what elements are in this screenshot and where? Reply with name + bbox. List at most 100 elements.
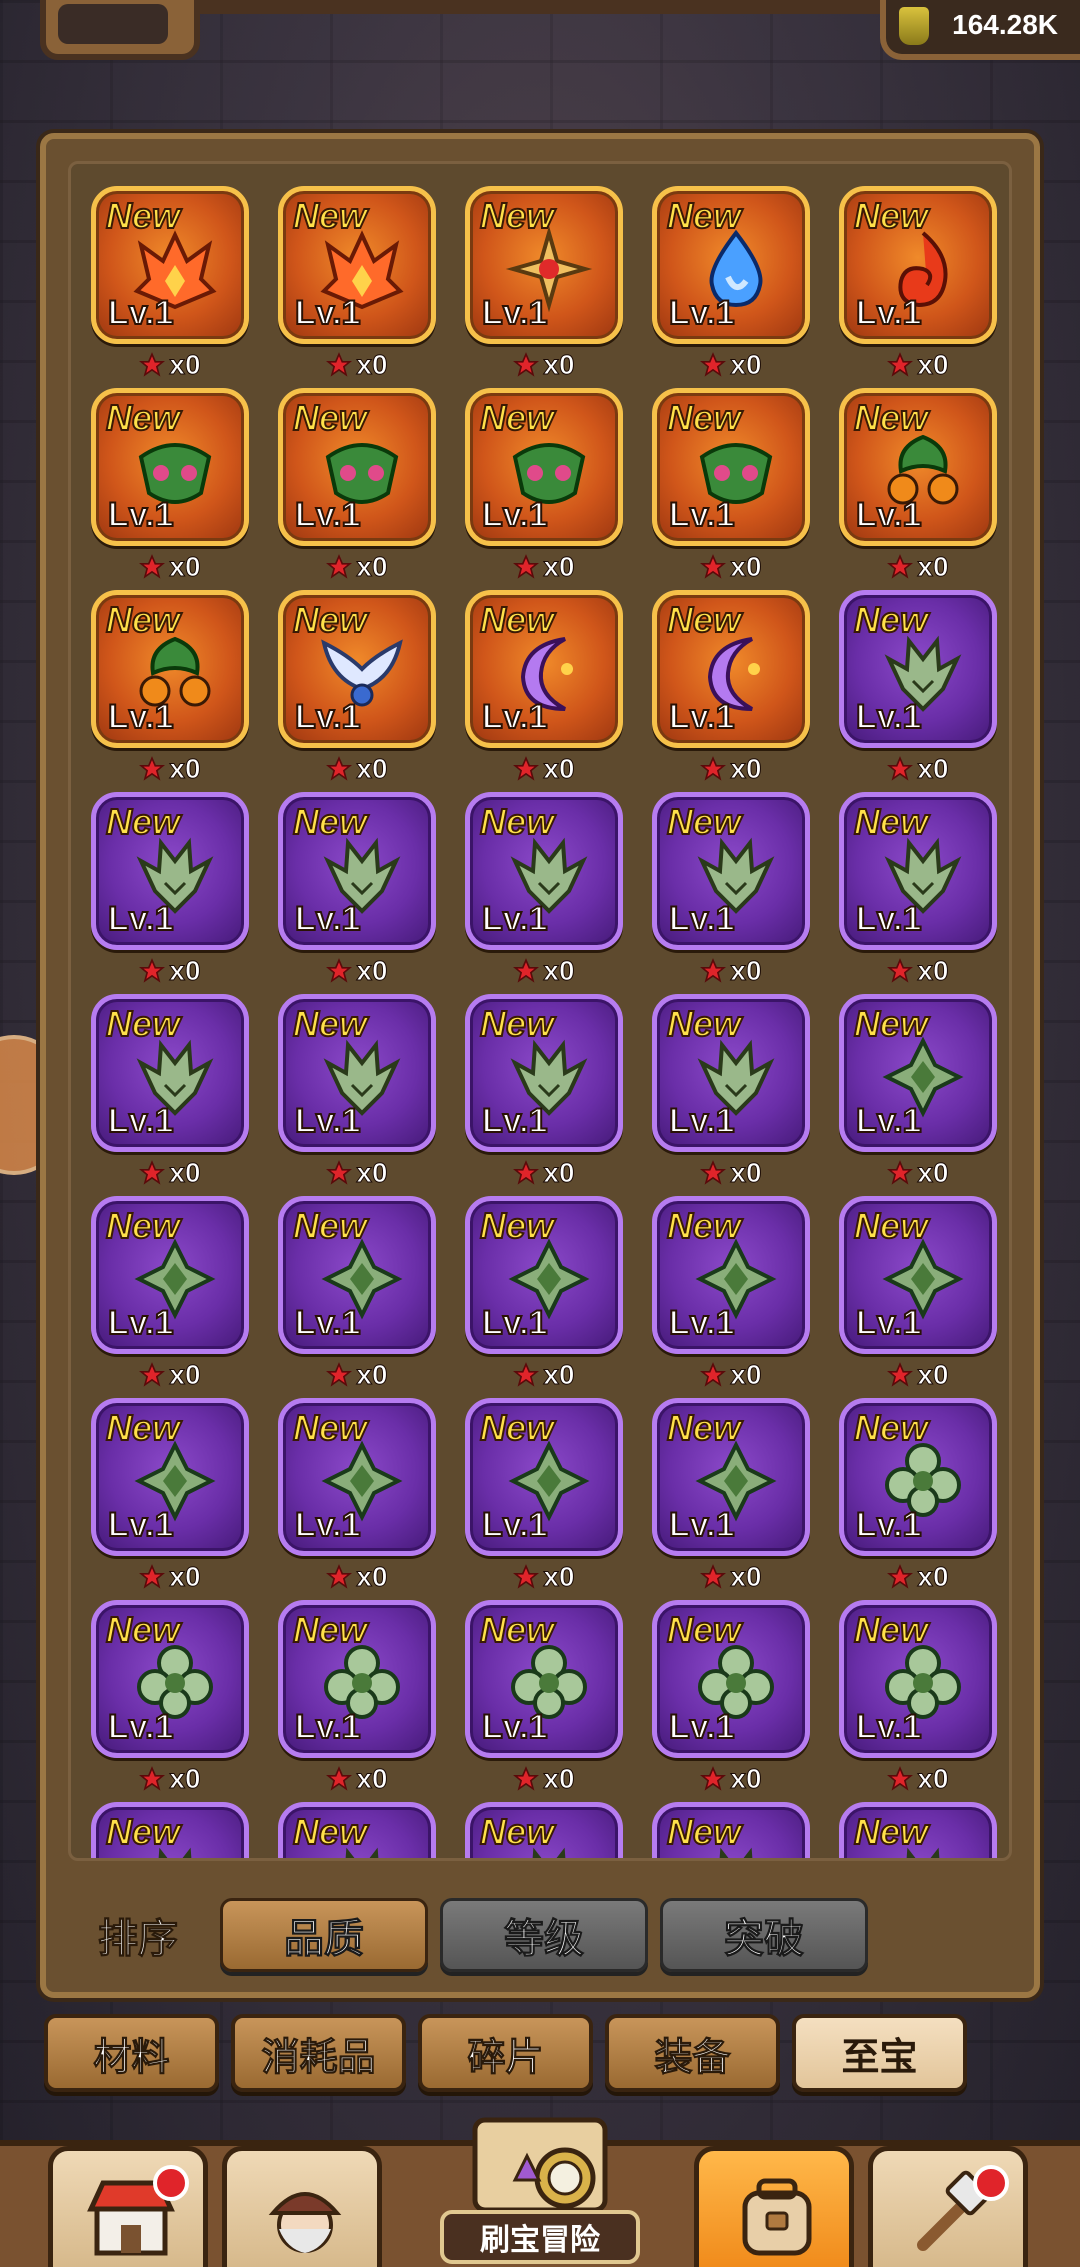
nav-shop[interactable]	[48, 2146, 208, 2267]
treasure-card[interactable]: NewLv.1	[278, 994, 436, 1152]
tab-materials[interactable]: 材料	[44, 2014, 219, 2092]
treasure-slot[interactable]: NewLv.1x0	[465, 1196, 623, 1398]
treasure-slot[interactable]: NewLv.1x0	[839, 590, 997, 792]
treasure-card[interactable]: NewLv.1	[465, 1802, 623, 1858]
treasure-card[interactable]: NewLv.1	[839, 1398, 997, 1556]
tab-equipment[interactable]: 装备	[605, 2014, 780, 2092]
treasure-card[interactable]: NewLv.1	[465, 1196, 623, 1354]
treasure-card[interactable]: NewLv.1	[91, 388, 249, 546]
treasure-slot[interactable]: NewLv.1x0	[652, 1802, 810, 1858]
treasure-card[interactable]: NewLv.1	[839, 388, 997, 546]
treasure-slot[interactable]: NewLv.1x0	[839, 1196, 997, 1398]
treasure-slot[interactable]: NewLv.1x0	[278, 994, 436, 1196]
treasure-card[interactable]: NewLv.1	[465, 1398, 623, 1556]
treasure-card[interactable]: NewLv.1	[465, 1600, 623, 1758]
treasure-card[interactable]: NewLv.1	[91, 792, 249, 950]
treasure-slot[interactable]: NewLv.1x0	[278, 590, 436, 792]
treasure-card[interactable]: NewLv.1	[652, 590, 810, 748]
treasure-card[interactable]: NewLv.1	[91, 186, 249, 344]
treasure-slot[interactable]: NewLv.1x0	[839, 388, 997, 590]
treasure-slot[interactable]: NewLv.1x0	[91, 1196, 249, 1398]
treasure-slot[interactable]: NewLv.1x0	[465, 388, 623, 590]
sort-by-breakthrough-button[interactable]: 突破	[660, 1898, 868, 1972]
treasure-card[interactable]: NewLv.1	[278, 1600, 436, 1758]
treasure-card[interactable]: NewLv.1	[652, 186, 810, 344]
treasure-card[interactable]: NewLv.1	[465, 994, 623, 1152]
treasure-card[interactable]: NewLv.1	[839, 1600, 997, 1758]
treasure-card[interactable]: NewLv.1	[278, 1196, 436, 1354]
currency-display[interactable]: 164.28K	[880, 0, 1080, 60]
player-avatar[interactable]	[40, 0, 200, 60]
treasure-slot[interactable]: NewLv.1x0	[839, 792, 997, 994]
treasure-card[interactable]: NewLv.1	[652, 1196, 810, 1354]
nav-treasure-adventure[interactable]: 刷宝冒险	[395, 2100, 685, 2267]
treasure-slot[interactable]: NewLv.1x0	[465, 1600, 623, 1802]
treasure-slot[interactable]: NewLv.1x0	[839, 1600, 997, 1802]
treasure-card[interactable]: NewLv.1	[278, 1398, 436, 1556]
treasure-slot[interactable]: NewLv.1x0	[465, 1802, 623, 1858]
treasure-slot[interactable]: NewLv.1x0	[652, 792, 810, 994]
treasure-card[interactable]: NewLv.1	[91, 1802, 249, 1858]
treasure-slot[interactable]: NewLv.1x0	[278, 1398, 436, 1600]
treasure-slot[interactable]: NewLv.1x0	[839, 1398, 997, 1600]
treasure-card[interactable]: NewLv.1	[839, 1802, 997, 1858]
treasure-card[interactable]: NewLv.1	[91, 1398, 249, 1556]
treasure-card[interactable]: NewLv.1	[839, 590, 997, 748]
sort-by-quality-button[interactable]: 品质	[220, 1898, 428, 1972]
treasure-slot[interactable]: NewLv.1x0	[91, 590, 249, 792]
treasure-card[interactable]: NewLv.1	[652, 1600, 810, 1758]
treasure-card[interactable]: NewLv.1	[652, 1802, 810, 1858]
treasure-slot[interactable]: NewLv.1x0	[652, 1196, 810, 1398]
treasure-card[interactable]: NewLv.1	[839, 1196, 997, 1354]
treasure-slot[interactable]: NewLv.1x0	[278, 1196, 436, 1398]
treasure-card[interactable]: NewLv.1	[91, 590, 249, 748]
treasure-slot[interactable]: NewLv.1x0	[839, 1802, 997, 1858]
treasure-slot[interactable]: NewLv.1x0	[91, 792, 249, 994]
treasure-slot[interactable]: NewLv.1x0	[652, 1398, 810, 1600]
treasure-slot[interactable]: NewLv.1x0	[278, 792, 436, 994]
nav-forge[interactable]	[868, 2146, 1028, 2267]
treasure-slot[interactable]: NewLv.1x0	[278, 186, 436, 388]
treasure-card[interactable]: NewLv.1	[278, 590, 436, 748]
treasure-slot[interactable]: NewLv.1x0	[91, 994, 249, 1196]
nav-backpack[interactable]	[694, 2146, 854, 2267]
treasure-card[interactable]: NewLv.1	[278, 792, 436, 950]
treasure-slot[interactable]: NewLv.1x0	[465, 994, 623, 1196]
treasure-card[interactable]: NewLv.1	[839, 792, 997, 950]
treasure-card[interactable]: NewLv.1	[465, 186, 623, 344]
item-grid-viewport[interactable]: New Lv.1 x0 New Lv.1 x0 New Lv.1 x0 New Lv.1 x0 New L…	[68, 161, 1012, 1861]
treasure-slot[interactable]: NewLv.1x0	[278, 388, 436, 590]
treasure-slot[interactable]: NewLv.1x0	[652, 994, 810, 1196]
nav-hero[interactable]	[222, 2146, 382, 2267]
treasure-slot[interactable]: NewLv.1x0	[465, 1398, 623, 1600]
treasure-card[interactable]: NewLv.1	[465, 792, 623, 950]
treasure-card[interactable]: NewLv.1	[465, 590, 623, 748]
treasure-slot[interactable]: NewLv.1x0	[652, 388, 810, 590]
treasure-slot[interactable]: NewLv.1x0	[278, 1600, 436, 1802]
treasure-slot[interactable]: NewLv.1x0	[839, 186, 997, 388]
treasure-card[interactable]: NewLv.1	[652, 792, 810, 950]
treasure-slot[interactable]: NewLv.1x0	[91, 1802, 249, 1858]
treasure-slot[interactable]: NewLv.1x0	[465, 186, 623, 388]
treasure-slot[interactable]: NewLv.1x0	[91, 1398, 249, 1600]
treasure-card[interactable]: NewLv.1	[652, 388, 810, 546]
treasure-card[interactable]: NewLv.1	[465, 388, 623, 546]
treasure-slot[interactable]: NewLv.1x0	[465, 590, 623, 792]
treasure-slot[interactable]: NewLv.1x0	[91, 186, 249, 388]
treasure-slot[interactable]: NewLv.1x0	[839, 994, 997, 1196]
treasure-card[interactable]: NewLv.1	[278, 186, 436, 344]
treasure-slot[interactable]: NewLv.1x0	[278, 1802, 436, 1858]
treasure-slot[interactable]: NewLv.1x0	[652, 186, 810, 388]
sort-by-level-button[interactable]: 等级	[440, 1898, 648, 1972]
treasure-card[interactable]: NewLv.1	[278, 1802, 436, 1858]
treasure-card[interactable]: NewLv.1	[839, 186, 997, 344]
treasure-card[interactable]: NewLv.1	[91, 1600, 249, 1758]
treasure-card[interactable]: NewLv.1	[91, 994, 249, 1152]
treasure-slot[interactable]: NewLv.1x0	[91, 388, 249, 590]
treasure-slot[interactable]: NewLv.1x0	[91, 1600, 249, 1802]
treasure-card[interactable]: NewLv.1	[839, 994, 997, 1152]
treasure-card[interactable]: NewLv.1	[278, 388, 436, 546]
tab-treasures[interactable]: 至宝	[792, 2014, 967, 2092]
treasure-slot[interactable]: NewLv.1x0	[652, 590, 810, 792]
treasure-slot[interactable]: NewLv.1x0	[652, 1600, 810, 1802]
